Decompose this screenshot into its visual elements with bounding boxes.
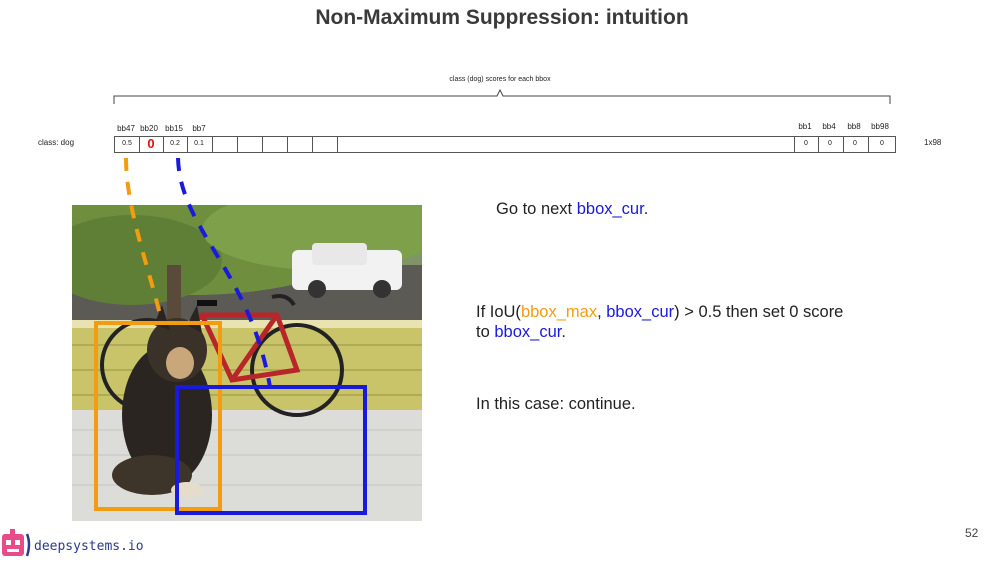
bbox-max-term: bbox_max: [520, 303, 598, 321]
if-prefix: If IoU(: [476, 303, 521, 321]
robot-logo-icon: [2, 529, 31, 557]
bbox-cur-connector: [176, 157, 272, 388]
brand-name: deepsystems.io: [34, 539, 144, 554]
if-mid: ) > 0.5 then set 0 score: [674, 303, 844, 321]
if-to: to: [476, 323, 495, 341]
bbox-cur-term: bbox_cur: [576, 200, 644, 218]
if-end: .: [561, 323, 566, 341]
next-bbox-text: Go to next bbox_cur.: [496, 199, 648, 219]
next-suffix: .: [643, 200, 649, 218]
iou-rule-text: If IoU(bbox_max, bbox_cur) > 0.5 then se…: [476, 302, 946, 342]
if-comma: ,: [597, 303, 607, 321]
page-number: 52: [965, 526, 979, 540]
bbox-cur-term: bbox_cur: [606, 303, 675, 321]
bbox-cur-term: bbox_cur: [494, 323, 562, 341]
connector-lines: [124, 157, 272, 388]
bbox-max-connector: [124, 157, 164, 324]
case-text: In this case: continue.: [476, 395, 636, 413]
next-prefix: Go to next: [496, 200, 577, 218]
